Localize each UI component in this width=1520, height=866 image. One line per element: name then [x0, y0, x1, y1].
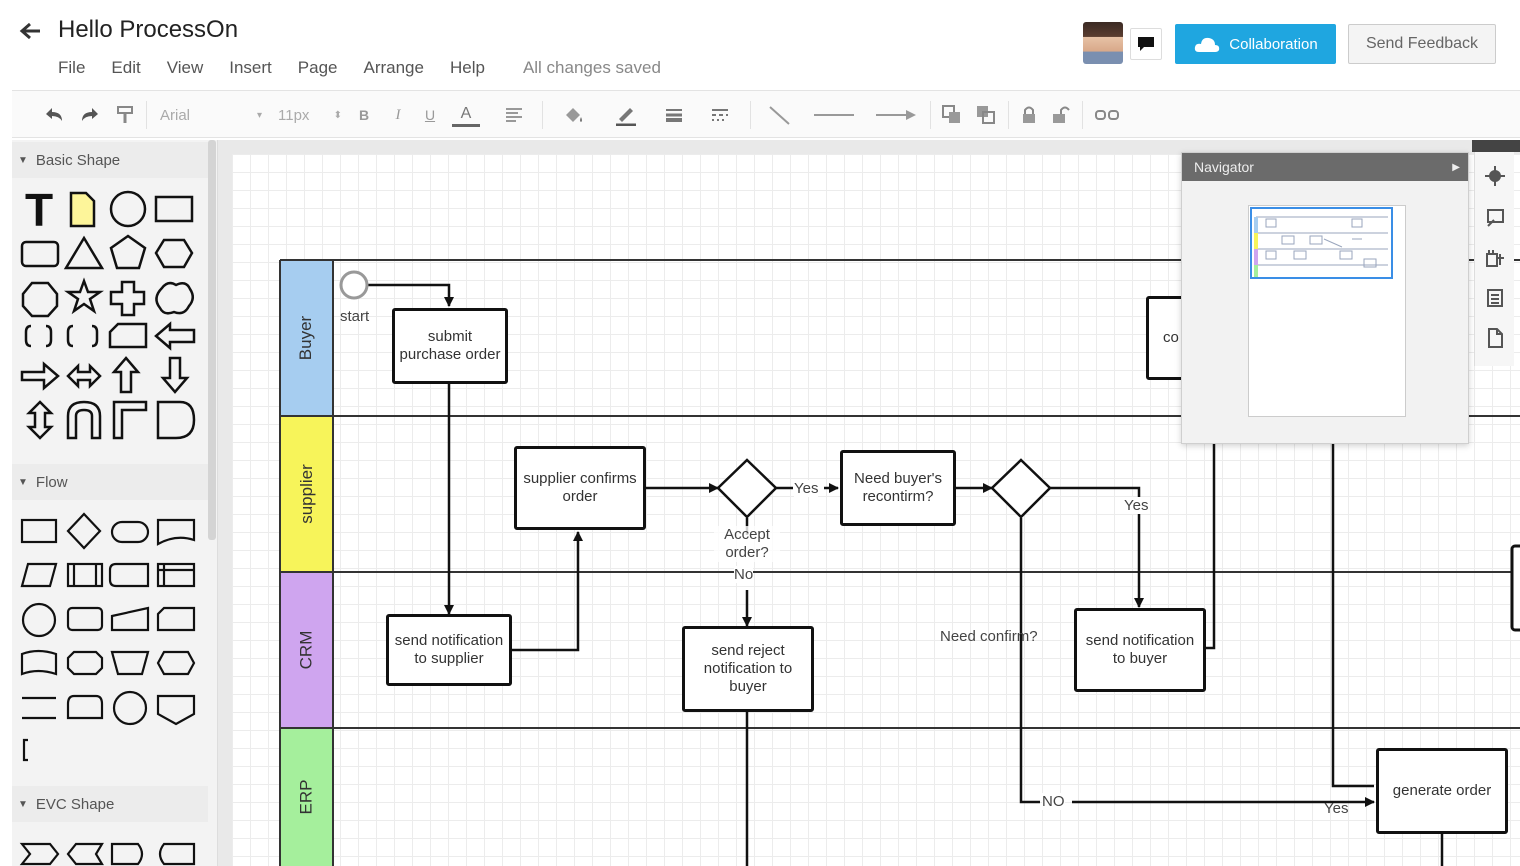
compass-icon[interactable]	[1481, 162, 1509, 190]
start-event-icon	[339, 270, 369, 300]
navigator-panel: Navigator ▶	[1181, 152, 1469, 444]
connector-up-generate	[1331, 440, 1374, 788]
lane-label-text: ERP	[296, 779, 316, 815]
lane-label-supplier[interactable]: supplier	[280, 416, 333, 572]
navigator-title: Navigator	[1194, 159, 1254, 175]
navigator-header[interactable]: Navigator ▶	[1182, 153, 1468, 181]
right-tool-rail	[1474, 152, 1514, 366]
format-panel-icon[interactable]	[1481, 204, 1509, 232]
lane-label-erp[interactable]: ERP	[280, 728, 333, 866]
page-icon[interactable]	[1481, 324, 1509, 352]
navigator-preview[interactable]	[1248, 205, 1406, 417]
data-table-icon[interactable]	[1481, 284, 1509, 312]
processon-app: { "header": { "title": "Hello ProcessOn"…	[0, 0, 1520, 866]
offscreen-node-edge	[1510, 544, 1520, 632]
node-send-notification-supplier[interactable]: send notification to supplier	[386, 614, 512, 686]
connector-notify-confirm	[512, 531, 583, 652]
label-yes-2: Yes	[1124, 497, 1149, 514]
label-accept-order: Accept order?	[714, 526, 780, 562]
navigator-viewport-frame[interactable]	[1250, 207, 1393, 279]
lane-label-crm[interactable]: CRM	[280, 572, 333, 728]
label-start: start	[340, 308, 370, 325]
node-submit-purchase-order[interactable]: submit purchase order	[392, 308, 508, 384]
label-no-1: No	[734, 566, 754, 583]
lane-label-text: CRM	[296, 630, 316, 670]
node-need-recontirm[interactable]: Need buyer's recontirm?	[840, 450, 956, 526]
shape-props-icon[interactable]	[1481, 244, 1509, 272]
decision-accept-order	[716, 458, 778, 519]
node-send-reject-notification[interactable]: send reject notification to buyer	[682, 626, 814, 712]
lane-label-buyer[interactable]: Buyer	[280, 260, 333, 416]
collapse-triangle-icon[interactable]: ▶	[1452, 162, 1460, 173]
decision-need-confirm	[990, 458, 1052, 519]
node-send-notification-buyer[interactable]: send notification to buyer	[1074, 608, 1206, 692]
label-need-confirm: Need confirm?	[940, 628, 1038, 645]
node-generate-order[interactable]: generate order	[1376, 748, 1508, 834]
connector-notifybuyer-up	[1205, 430, 1216, 650]
lane-label-text: Buyer	[296, 315, 316, 361]
node-supplier-confirms-order[interactable]: supplier confirms order	[514, 446, 646, 530]
connector-start-submit	[368, 283, 454, 307]
label-yes-1: Yes	[794, 480, 819, 497]
label-yes-3: Yes	[1324, 800, 1349, 817]
panel-top-strip	[1472, 140, 1520, 152]
lane-label-text: supplier	[296, 464, 316, 524]
label-no-2: NO	[1042, 793, 1065, 810]
